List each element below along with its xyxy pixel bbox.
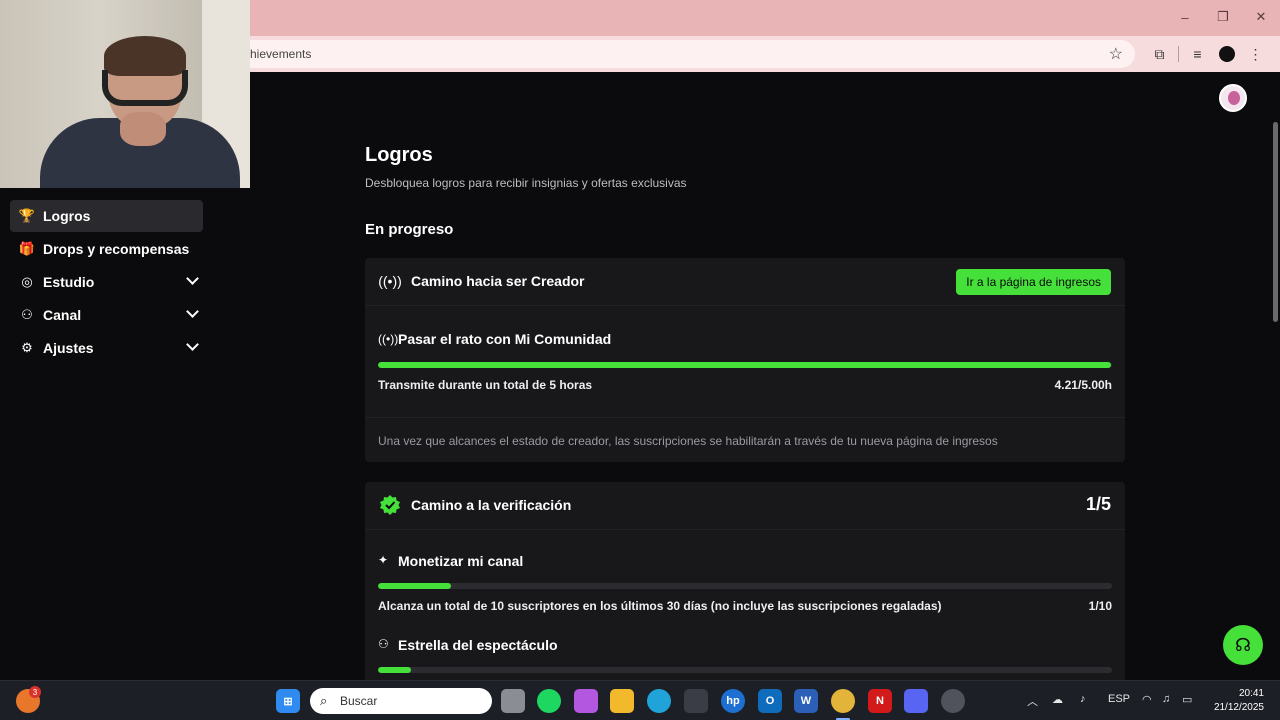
outlook-icon[interactable]: O — [758, 689, 782, 713]
tray-overflow-icon[interactable]: ︿ — [1027, 693, 1038, 709]
volume-icon[interactable]: ♫ — [1162, 693, 1170, 705]
achievement-count: 1/5 — [1085, 494, 1111, 514]
toolbar-divider — [1178, 46, 1179, 62]
progress-bar — [378, 667, 1112, 673]
people-icon: ⚇ — [378, 637, 389, 651]
sidebar-item-drops[interactable]: 🎁 Drops y recompensas — [10, 233, 203, 265]
store-icon[interactable] — [684, 689, 708, 713]
page-subtitle: Desbloquea logros para recibir insignias… — [365, 176, 687, 190]
discord-icon[interactable] — [904, 689, 928, 713]
sidebar-item-label: Drops y recompensas — [43, 241, 190, 257]
broadcast-icon: ((•)) — [378, 273, 402, 289]
webcam-person-hand — [120, 112, 166, 146]
card-header: Camino a la verificación 1/5 — [365, 482, 1125, 530]
chevron-down-icon[interactable] — [186, 338, 199, 351]
card-title: Camino hacia ser Creador — [411, 273, 585, 289]
sidebar-item-ajustes[interactable]: ⚙ Ajustes — [10, 332, 203, 364]
trophy-icon: 🏆 — [18, 208, 36, 223]
notification-badge: 3 — [29, 686, 41, 698]
task-title: Estrella del espectáculo — [398, 637, 558, 653]
task-progress-value: 4.21/5.00h — [1054, 378, 1112, 392]
task-progress-value: 1/10 — [1088, 599, 1112, 613]
wifi-icon[interactable]: ◠ — [1142, 693, 1152, 706]
address-bar[interactable]: hievements ☆ — [200, 40, 1135, 68]
clock-time: 20:41 — [1238, 688, 1264, 699]
kebab-menu-icon[interactable]: ⋮ — [1241, 42, 1270, 66]
hp-icon[interactable]: hp — [721, 689, 745, 713]
profile-button[interactable] — [1212, 42, 1241, 66]
file-explorer-icon[interactable] — [610, 689, 634, 713]
copilot-icon[interactable] — [574, 689, 598, 713]
progress-bar-fill — [378, 362, 1112, 368]
sidebar-item-label: Estudio — [43, 274, 95, 290]
close-button[interactable]: ✕ — [1242, 0, 1280, 34]
achievement-card-creator: ((•)) Camino hacia ser Creador Ir a la p… — [365, 258, 1125, 462]
task-title: Pasar el rato con Mi Comunidad — [398, 331, 612, 347]
edge-icon[interactable] — [647, 689, 671, 713]
onedrive-cloud-icon[interactable]: ☁ — [1052, 693, 1063, 706]
spotify-icon[interactable] — [537, 689, 561, 713]
card-title: Camino a la verificación — [411, 497, 572, 513]
webcam-headphones — [102, 70, 188, 106]
restore-button[interactable]: ❐ — [1204, 0, 1242, 34]
task-description: Alcanza un total de 10 suscriptores en l… — [378, 599, 942, 613]
progress-bar-fill — [378, 667, 412, 673]
progress-bar — [378, 583, 1112, 589]
url-text[interactable]: hievements — [250, 47, 311, 61]
obs-icon[interactable] — [941, 689, 965, 713]
chevron-down-icon[interactable] — [186, 305, 199, 318]
sidebar-item-label: Logros — [43, 208, 91, 224]
progress-bar — [378, 362, 1112, 368]
microphone-icon[interactable]: ♪ — [1080, 693, 1086, 705]
windows-start-icon[interactable]: ⊞ — [276, 689, 300, 713]
studio-icon: ◎ — [21, 274, 33, 289]
channel-icon: ⚇ — [21, 307, 33, 322]
language-indicator[interactable]: ESP — [1108, 693, 1130, 705]
achievement-card-verification: Camino a la verificación 1/5 ✦ Monetizar… — [365, 482, 1125, 680]
progress-bar-fill — [378, 583, 452, 589]
card-header: ((•)) Camino hacia ser Creador Ir a la p… — [365, 258, 1125, 306]
help-chat-button[interactable]: ☊ — [1223, 625, 1263, 665]
word-icon[interactable]: W — [794, 689, 818, 713]
sidebar-item-canal[interactable]: ⚇ Canal — [10, 299, 203, 331]
user-avatar[interactable] — [1219, 84, 1247, 112]
sidebar-item-label: Ajustes — [43, 340, 94, 356]
netflix-icon[interactable]: N — [868, 689, 892, 713]
verified-badge-icon — [379, 494, 401, 516]
task-view-icon[interactable] — [501, 689, 525, 713]
gear-icon: ⚙ — [21, 340, 33, 355]
broadcast-icon: ((•)) — [378, 332, 399, 346]
card-note: Una vez que alcances el estado de creado… — [378, 434, 998, 448]
clock-date: 21/12/2025 — [1213, 702, 1264, 713]
sparkle-icon: ✦ — [378, 553, 389, 567]
card-divider — [365, 417, 1125, 418]
window-controls: – ❐ ✕ — [1166, 0, 1280, 34]
chrome-icon[interactable] — [831, 689, 855, 713]
profile-avatar-icon — [1218, 46, 1235, 62]
sidebar-item-logros[interactable]: 🏆 Logros — [10, 200, 203, 232]
windows-taskbar: 3 ⊞ ⌕ Buscar hp O W N ︿ ☁ ♪ ESP ◠ ♫ ▭ 20… — [0, 680, 1280, 720]
page-scrollbar[interactable] — [1273, 122, 1278, 322]
search-placeholder: Buscar — [340, 694, 378, 708]
search-icon: ⌕ — [320, 693, 328, 708]
section-title: En progreso — [365, 221, 454, 238]
minimize-button[interactable]: – — [1166, 0, 1204, 34]
taskbar-search-input[interactable]: ⌕ Buscar — [310, 688, 492, 714]
battery-icon[interactable]: ▭ — [1182, 693, 1192, 706]
sidebar-item-label: Canal — [43, 307, 82, 323]
chevron-down-icon[interactable] — [186, 272, 199, 285]
media-playlist-icon[interactable]: ≡ — [1183, 42, 1212, 66]
webcam-overlay — [0, 0, 250, 188]
extensions-puzzle-icon[interactable]: ⧉ — [1145, 42, 1174, 66]
page-title: Logros — [365, 144, 433, 166]
task-description: Transmite durante un total de 5 horas — [378, 378, 593, 392]
system-clock[interactable]: 20:41 21/12/2025 — [1208, 687, 1264, 715]
task-title: Monetizar mi canal — [398, 553, 524, 569]
gift-icon: 🎁 — [18, 241, 36, 256]
bookmark-star-icon[interactable]: ☆ — [1109, 44, 1123, 64]
sidebar-item-estudio[interactable]: ◎ Estudio — [10, 266, 203, 298]
toolbar-icons: ⧉ ≡ ⋮ — [1145, 42, 1270, 66]
revenue-page-button[interactable]: Ir a la página de ingresos — [956, 269, 1111, 295]
